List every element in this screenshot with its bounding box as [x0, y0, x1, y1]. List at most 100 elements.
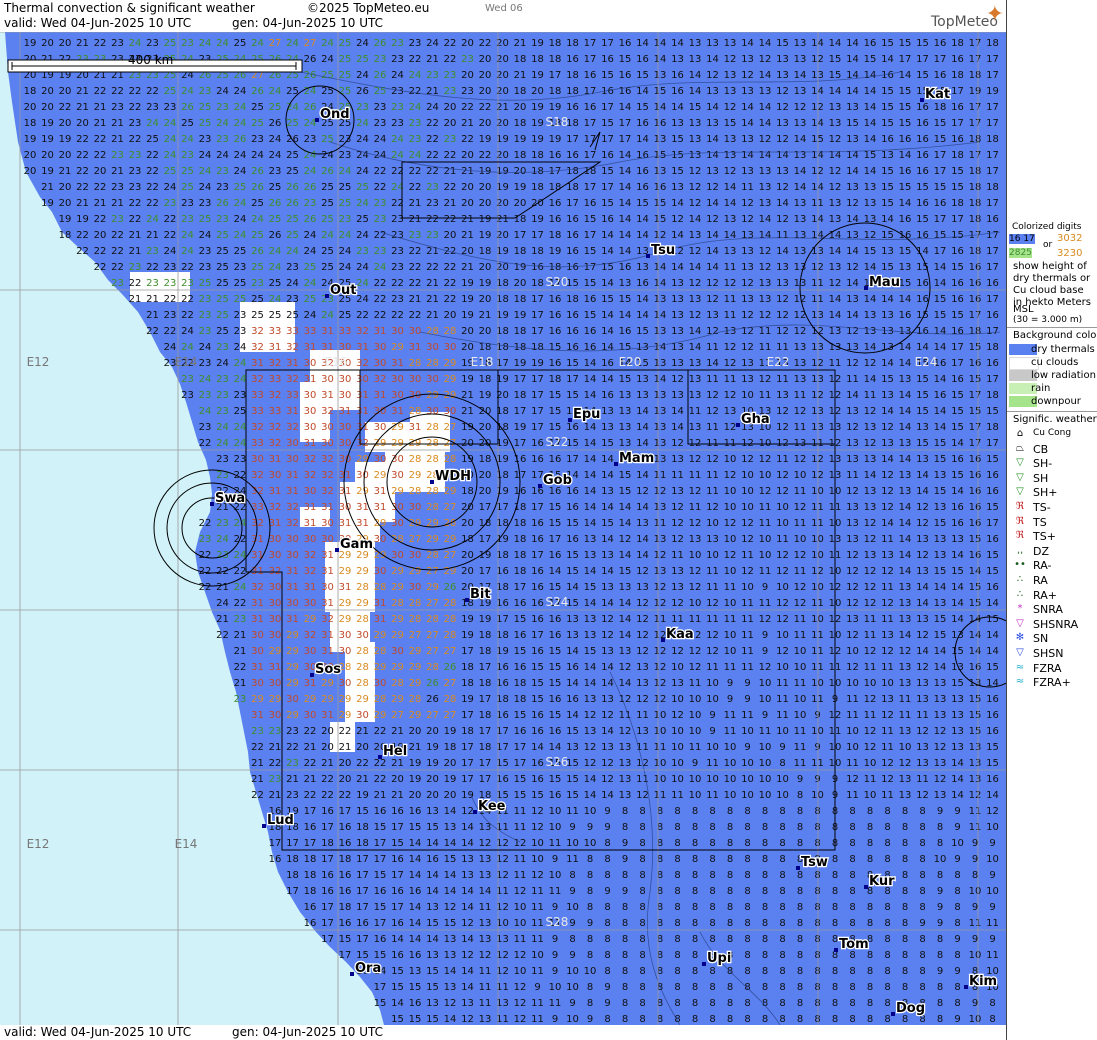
height-digit: 14: [619, 310, 632, 321]
height-digit: 22: [146, 198, 159, 209]
height-digit: 24: [374, 262, 387, 273]
height-digit: 11: [794, 422, 807, 433]
height-digit: 32: [269, 438, 282, 449]
height-digit: 30: [304, 534, 317, 545]
height-digit: 21: [59, 166, 72, 177]
city-dot: [614, 462, 618, 466]
copyright: ©2025 TopMeteo.eu: [307, 1, 429, 15]
height-digit: 14: [654, 310, 667, 321]
height-digit: 13: [916, 566, 929, 577]
height-digit: 9: [587, 822, 593, 833]
height-digit: 23: [111, 38, 124, 49]
height-digit: 26: [304, 214, 317, 225]
height-digit: 29: [339, 598, 352, 609]
height-digit: 8: [727, 1014, 733, 1025]
height-digit: 12: [724, 390, 737, 401]
height-digit: 14: [654, 102, 667, 113]
height-digit: 19: [41, 198, 54, 209]
height-digit: 31: [321, 630, 334, 641]
height-digit: 21: [251, 758, 264, 769]
height-digit: 13: [794, 230, 807, 241]
height-digit: 15: [846, 118, 859, 129]
height-digit: 9: [692, 758, 698, 769]
height-digit: 15: [899, 102, 912, 113]
height-digit: 22: [129, 134, 142, 145]
height-digit: 8: [692, 902, 698, 913]
height-digit: 32: [286, 518, 299, 529]
height-digit: 13: [899, 662, 912, 673]
height-digit: 29: [269, 694, 282, 705]
height-digit: 15: [986, 406, 999, 417]
height-digit: 15: [934, 438, 947, 449]
height-digit: 20: [461, 182, 474, 193]
height-digit: 29: [444, 534, 457, 545]
height-digit: 16: [584, 326, 597, 337]
height-digit: 14: [899, 294, 912, 305]
height-digit: 24: [286, 38, 299, 49]
height-digit: 8: [902, 886, 908, 897]
height-digit: 14: [584, 566, 597, 577]
height-digit: 31: [304, 342, 317, 353]
height-digit: 12: [671, 518, 684, 529]
height-digit: 13: [671, 678, 684, 689]
height-digit: 8: [779, 870, 785, 881]
height-digit: 16: [531, 262, 544, 273]
height-digit: 21: [391, 726, 404, 737]
thermal-map[interactable]: 19 20 20 21 22 23 24 23 25 23 24 24 25 24 27 24 27 24 25 24…: [0, 32, 1006, 1025]
height-digit: 20: [24, 150, 37, 161]
height-digit: 8: [587, 902, 593, 913]
height-digit: 22: [444, 150, 457, 161]
height-digit: 12: [461, 806, 474, 817]
rain-light-icon: ••: [1013, 559, 1027, 570]
height-digit: 13: [461, 854, 474, 865]
height-digit: 13: [741, 166, 754, 177]
height-digit: 13: [409, 966, 422, 977]
height-digit: 16: [969, 358, 982, 369]
height-digit: 32: [269, 390, 282, 401]
height-digit: 11: [776, 230, 789, 241]
height-digit: 11: [654, 518, 667, 529]
height-digit: 31: [391, 406, 404, 417]
height-digit: 17: [461, 646, 474, 657]
height-digit: 13: [479, 1014, 492, 1025]
height-digit: 23: [216, 342, 229, 353]
height-digit: 18: [286, 854, 299, 865]
height-digit: 8: [797, 886, 803, 897]
height-digit: 23: [181, 374, 194, 385]
height-digit: 20: [479, 262, 492, 273]
next-day-link[interactable]: Wed 06: [485, 3, 523, 14]
height-digit: 14: [741, 118, 754, 129]
height-digit: 12: [969, 790, 982, 801]
height-digit: 16: [916, 134, 929, 145]
height-digit: 15: [969, 582, 982, 593]
height-digit: 24: [356, 198, 369, 209]
height-digit: 12: [881, 486, 894, 497]
height-digit: 8: [919, 934, 925, 945]
height-digit: 14: [619, 166, 632, 177]
height-digit: 30: [269, 582, 282, 593]
longitude-label: E18: [471, 355, 494, 369]
height-digit: 15: [881, 198, 894, 209]
height-digit: 25: [251, 262, 264, 273]
height-digit: 9: [604, 822, 610, 833]
height-digit: 15: [951, 262, 964, 273]
height-digit: 22: [374, 758, 387, 769]
height-digit: 16: [601, 390, 614, 401]
height-digit: 8: [832, 998, 838, 1009]
height-digit: 10: [671, 758, 684, 769]
height-digit: 15: [531, 790, 544, 801]
height-digit: 31: [321, 646, 334, 657]
height-digit: 17: [951, 358, 964, 369]
height-digit: 23: [234, 310, 247, 321]
height-digit: 29: [321, 678, 334, 689]
height-digit: 14: [811, 38, 824, 49]
height-digit: 8: [954, 982, 960, 993]
height-digit: 12: [514, 886, 527, 897]
height-digit: 16: [969, 454, 982, 465]
height-digit: 14: [969, 646, 982, 657]
height-digit: 14: [811, 182, 824, 193]
height-digit: 24: [164, 246, 177, 257]
height-digit: 16: [951, 294, 964, 305]
height-digit: 12: [724, 166, 737, 177]
height-digit: 12: [636, 486, 649, 497]
